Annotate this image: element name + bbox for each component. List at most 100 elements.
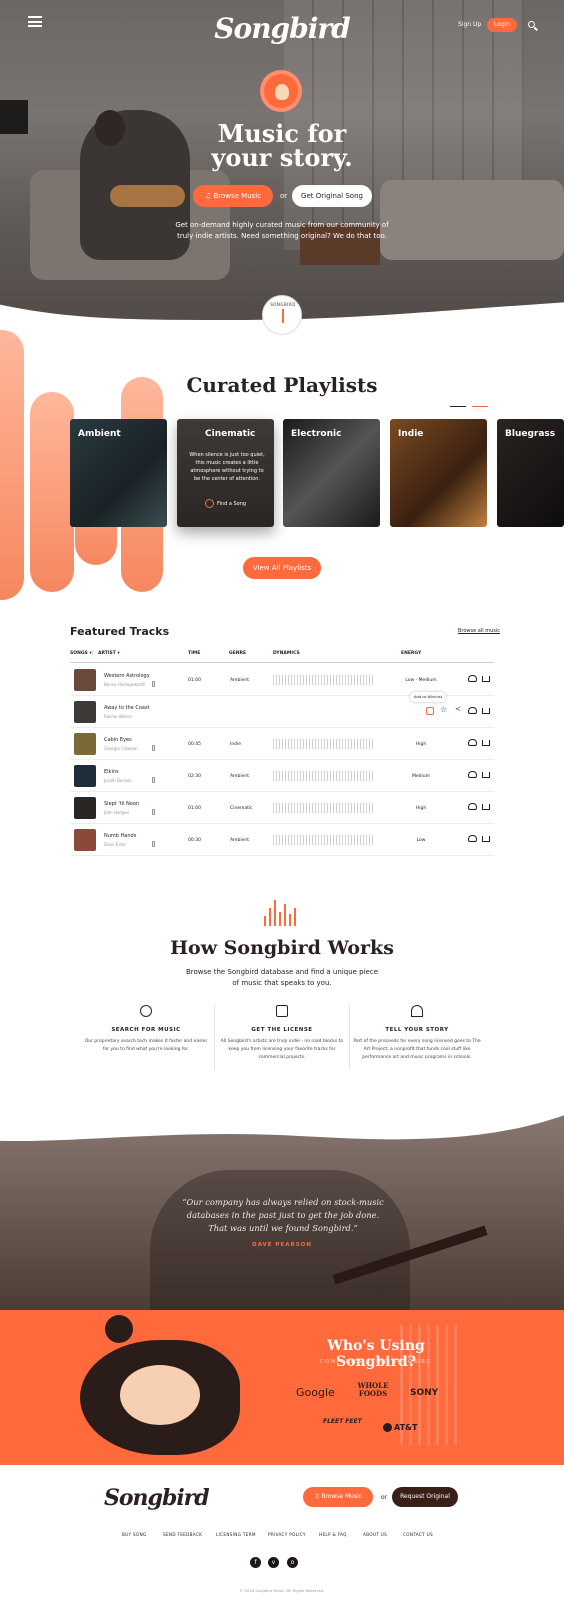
track-artist[interactable]: Josiah Benson [104,778,132,783]
track-artist[interactable]: Georgia Clawson [104,746,138,751]
col-artist[interactable]: ARTIST ▾ [98,651,120,656]
track-row[interactable]: Numb Hands Dean Ester 00:30 Ambient Low [70,824,494,856]
brand-whole-foods: WHOLE FOODS [357,1381,389,1398]
footer-link-contact[interactable]: CONTACT US [403,1532,433,1537]
footer-browse-button[interactable]: ♫ Browse Music [303,1487,373,1507]
next-arrow-icon[interactable] [472,406,488,407]
footer-link-licensing[interactable]: LICENSING TERM [216,1532,256,1537]
track-genre: Ambient [230,838,249,843]
hero-background-guitar [110,185,185,207]
track-title[interactable]: Slept 'til Noon [104,801,139,807]
decor-pill-2 [30,392,74,592]
download-icon[interactable] [468,803,477,810]
testimonial-quote: “Our company has always relied on stock-… [182,1197,384,1233]
get-original-song-button[interactable]: Get Original Song [292,185,372,207]
track-thumbnail[interactable] [74,733,96,755]
bird-illustration-icon [80,1340,240,1455]
find-a-song-button[interactable]: Find a Song [205,499,246,508]
share-icon[interactable]: ≺ [455,705,461,713]
download-icon[interactable] [468,675,477,682]
seal-text: SONGBIRD [270,302,296,307]
footer-browse-label: Browse Music [321,1493,363,1500]
track-row[interactable]: Slept 'til Noon John Hodges 01:00 Cinematic… [70,792,494,824]
track-thumbnail[interactable] [74,829,96,851]
vimeo-icon[interactable]: v [268,1557,279,1568]
footer-link-help[interactable]: HELP & FAQ [319,1532,347,1537]
cart-icon[interactable] [482,740,490,746]
play-icon [205,499,214,508]
view-all-playlists-button[interactable]: View All Playlists [243,557,321,579]
login-button[interactable]: Login [487,18,517,32]
request-original-button[interactable]: Request Original [392,1487,458,1507]
prev-arrow-icon[interactable] [450,406,466,407]
playlist-card-ambient[interactable]: Ambient [70,419,167,527]
track-energy: Medium [412,774,430,779]
track-title[interactable]: Western Astrology [104,673,150,679]
track-thumbnail[interactable] [74,701,96,723]
dynamics-waveform[interactable] [273,771,373,781]
cart-icon[interactable] [482,772,490,778]
download-icon[interactable] [468,707,477,714]
browse-music-button[interactable]: ♫ Browse Music [193,185,273,207]
header-logo[interactable]: Songbird [0,12,564,45]
track-artist[interactable]: Dean Ester [104,842,126,847]
dynamics-waveform[interactable] [273,835,373,845]
track-thumbnail[interactable] [74,797,96,819]
dynamics-waveform[interactable] [273,739,373,749]
track-time: 01:00 [188,806,201,811]
dynamics-waveform[interactable] [273,675,373,685]
footer-logo[interactable]: Songbird [104,1485,210,1511]
facebook-icon[interactable]: f [250,1557,261,1568]
featured-tracks-title: Featured Tracks [70,625,170,638]
cart-icon[interactable] [482,804,490,810]
star-icon[interactable]: ☆ [440,705,447,714]
track-energy: Low - Medium [405,678,437,683]
signup-link[interactable]: Sign Up [458,21,481,28]
footer-link-about[interactable]: ABOUT US [363,1532,387,1537]
testimonial-wave [0,1100,564,1142]
footer-link-buy-song[interactable]: BUY SONG [122,1532,147,1537]
track-title[interactable]: Cabin Eyes [104,737,132,743]
track-energy: High [415,742,427,747]
track-thumbnail[interactable] [74,765,96,787]
wishlist-icon[interactable] [426,707,434,715]
step-license: GET THE LICENSE All Songbird's artists a… [217,1005,347,1062]
browse-music-label: Browse Music [213,192,262,200]
track-thumbnail[interactable] [74,669,96,691]
dynamics-waveform[interactable] [273,803,373,813]
download-icon[interactable] [468,835,477,842]
track-artist[interactable]: Benny Hollingsworth [104,682,145,687]
step-title: GET THE LICENSE [251,1027,313,1033]
find-a-song-label: Find a Song [217,501,247,507]
cart-icon[interactable] [482,676,490,682]
browse-all-music-link[interactable]: Browse all music [458,628,500,634]
col-energy: ENERGY [401,651,422,656]
how-subtitle: Browse the Songbird database and find a … [185,968,379,987]
track-row[interactable]: Elkins Josiah Benson 02:30 Ambient Medium [70,760,494,792]
playlist-card-electronic[interactable]: Electronic [283,419,380,527]
track-title[interactable]: Elkins [104,769,119,775]
playlist-card-indie[interactable]: Indie [390,419,487,527]
track-artist[interactable]: John Hodges [104,810,129,815]
search-icon[interactable] [528,21,535,28]
footer-link-privacy[interactable]: PRIVACY POLICY [268,1532,306,1537]
brand-fleet-feet: FLEET FEET [323,1418,362,1425]
track-genre: Cinematic [230,806,253,811]
track-energy: Low [416,838,426,843]
track-artist[interactable]: Rachel Wanes [104,714,132,719]
testimonial-author: DAVE PEARSON [252,1242,312,1248]
cart-icon[interactable] [482,708,490,714]
instagram-icon[interactable]: o [287,1557,298,1568]
cart-icon[interactable] [482,836,490,842]
col-songs[interactable]: SONGS ▾ [70,651,92,656]
playlist-card-bluegrass[interactable]: Bluegrass [497,419,564,527]
footer-link-send-feedback[interactable]: SEND FEEDBACK [163,1532,202,1537]
download-icon[interactable] [468,771,477,778]
playlist-card-cinematic[interactable]: Cinematic When silence is just too quiet… [177,419,274,527]
track-row[interactable]: Cabin Eyes Georgia Clawson 00:45 Indie High [70,728,494,760]
download-icon[interactable] [468,739,477,746]
footer-or-label: or [381,1494,388,1501]
track-title[interactable]: Away to the Coast [104,705,150,711]
step-divider [349,1005,350,1070]
track-title[interactable]: Numb Hands [104,833,136,839]
